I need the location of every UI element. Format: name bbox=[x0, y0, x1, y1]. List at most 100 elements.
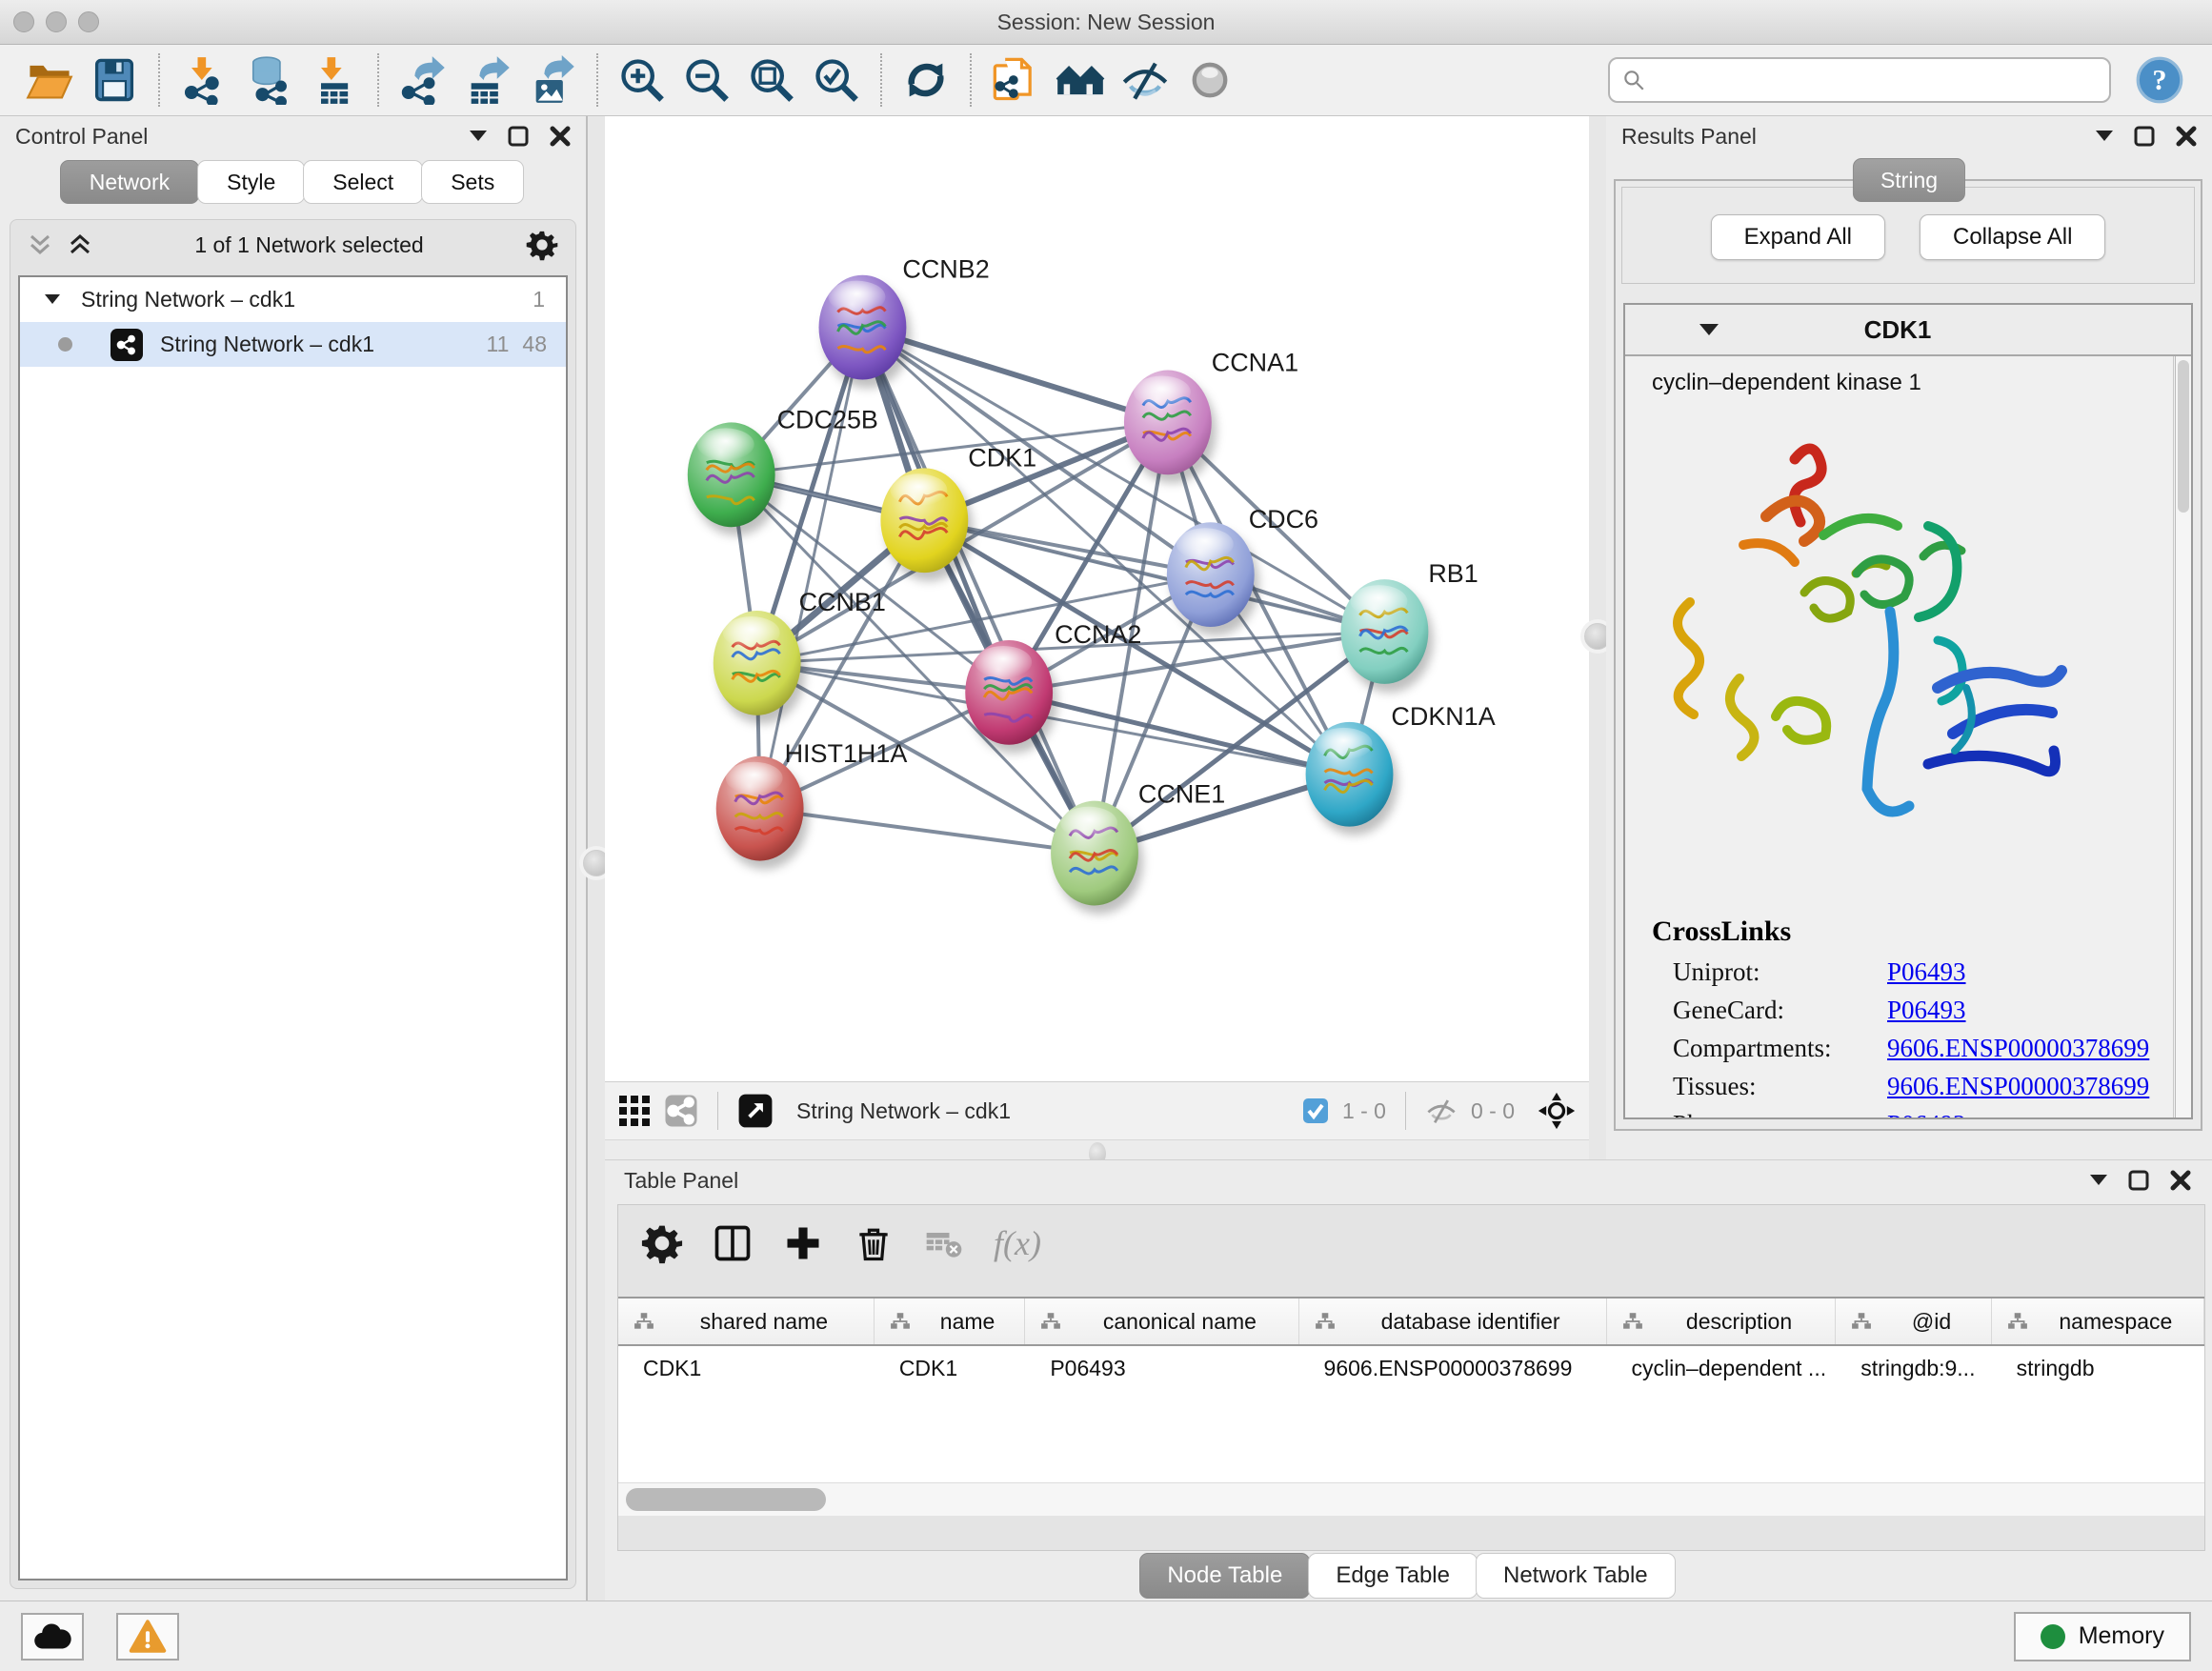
network-edge[interactable] bbox=[760, 328, 863, 809]
tab-network[interactable]: Network bbox=[60, 160, 199, 204]
warnings-button[interactable] bbox=[116, 1613, 179, 1661]
crosslink-link[interactable]: P06493 bbox=[1887, 996, 1966, 1025]
table-cell[interactable]: stringdb:9... bbox=[1836, 1356, 1991, 1381]
network-node-CDC6[interactable]: CDC6 bbox=[1167, 505, 1318, 635]
left-panel-divider[interactable] bbox=[588, 116, 605, 1601]
right-panel-divider[interactable] bbox=[1589, 116, 1606, 1159]
tab-sets[interactable]: Sets bbox=[421, 160, 524, 204]
column-header-canonical-name[interactable]: canonical name bbox=[1025, 1299, 1298, 1344]
zoom-in-button[interactable] bbox=[614, 52, 670, 108]
birds-eye-view-icon[interactable] bbox=[737, 1093, 774, 1129]
function-builder-button[interactable]: f(x) bbox=[994, 1223, 1041, 1263]
network-node-CCNB1[interactable]: CCNB1 bbox=[714, 588, 886, 724]
crosslink-link[interactable]: P06493 bbox=[1887, 1110, 1966, 1117]
table-cell[interactable]: cyclin–dependent ... bbox=[1607, 1356, 1837, 1381]
export-image-button[interactable] bbox=[525, 52, 580, 108]
show-graphics-button[interactable] bbox=[1182, 52, 1237, 108]
zoom-selected-button[interactable] bbox=[809, 52, 864, 108]
column-header-namespace[interactable]: namespace bbox=[1992, 1299, 2204, 1344]
import-network-button[interactable] bbox=[176, 52, 231, 108]
grid-view-icon[interactable] bbox=[618, 1095, 651, 1127]
import-network-from-database-button[interactable] bbox=[241, 52, 296, 108]
delete-column-icon[interactable] bbox=[853, 1222, 895, 1264]
network-canvas[interactable]: CCNB2CCNA1CDC25BCDK1CDC6RB1CCNB1CCNA2CDK… bbox=[605, 116, 1589, 1081]
network-name: String Network – cdk1 bbox=[160, 332, 374, 357]
network-badge-icon[interactable] bbox=[664, 1094, 698, 1128]
close-panel-icon[interactable] bbox=[2170, 1170, 2191, 1191]
cloud-status-button[interactable] bbox=[21, 1613, 84, 1661]
network-edge[interactable] bbox=[862, 328, 1095, 854]
results-scrollbar[interactable] bbox=[2175, 356, 2191, 1117]
close-panel-icon[interactable] bbox=[2176, 126, 2197, 147]
zoom-out-button[interactable] bbox=[679, 52, 734, 108]
network-node-CCNE1[interactable]: CCNE1 bbox=[1051, 780, 1225, 915]
tab-edge-table[interactable]: Edge Table bbox=[1308, 1553, 1478, 1599]
network-node-RB1[interactable]: RB1 bbox=[1341, 559, 1478, 693]
column-header--id[interactable]: @id bbox=[1836, 1299, 1991, 1344]
network-node-HIST1H1A[interactable]: HIST1H1A bbox=[716, 739, 908, 870]
network-row[interactable]: String Network – cdk1 11 48 bbox=[20, 322, 566, 367]
network-node-CDKN1A[interactable]: CDKN1A bbox=[1306, 702, 1496, 836]
help-button[interactable]: ? bbox=[2132, 52, 2187, 108]
table-cell[interactable]: P06493 bbox=[1025, 1356, 1298, 1381]
save-session-button[interactable] bbox=[87, 52, 142, 108]
node-table[interactable]: shared namenamecanonical namedatabase id… bbox=[618, 1297, 2204, 1516]
table-options-gear-icon[interactable] bbox=[641, 1222, 683, 1264]
fit-content-crosshair-icon[interactable] bbox=[1538, 1092, 1576, 1130]
search-box[interactable] bbox=[1608, 57, 2111, 103]
import-table-button[interactable] bbox=[306, 52, 361, 108]
clone-network-button[interactable] bbox=[988, 52, 1043, 108]
close-panel-icon[interactable] bbox=[550, 126, 571, 147]
column-header-name[interactable]: name bbox=[875, 1299, 1025, 1344]
network-collection-row[interactable]: String Network – cdk1 1 bbox=[20, 277, 566, 322]
tab-string[interactable]: String bbox=[1853, 158, 1965, 202]
memory-button[interactable]: Memory bbox=[2014, 1612, 2191, 1661]
collapse-all-networks-icon[interactable] bbox=[28, 233, 52, 256]
collapse-all-button[interactable]: Collapse All bbox=[1920, 214, 2105, 260]
tab-style[interactable]: Style bbox=[197, 160, 305, 204]
panel-menu-caret-icon[interactable] bbox=[2096, 131, 2113, 142]
add-column-icon[interactable] bbox=[782, 1222, 824, 1264]
network-edge[interactable] bbox=[1009, 693, 1349, 775]
network-edge[interactable] bbox=[924, 520, 1384, 632]
crosslink-link[interactable]: P06493 bbox=[1887, 957, 1966, 987]
tab-node-table[interactable]: Node Table bbox=[1139, 1553, 1310, 1599]
float-panel-icon[interactable] bbox=[508, 126, 529, 147]
horizontal-splitter[interactable] bbox=[605, 1139, 1589, 1159]
network-view[interactable]: CCNB2CCNA1CDC25BCDK1CDC6RB1CCNB1CCNA2CDK… bbox=[605, 116, 1589, 1159]
selected-checkbox-icon[interactable] bbox=[1302, 1097, 1329, 1124]
table-cell[interactable]: CDK1 bbox=[875, 1356, 1026, 1381]
network-node-CCNB2[interactable]: CCNB2 bbox=[819, 255, 990, 389]
show-columns-icon[interactable] bbox=[712, 1222, 754, 1264]
hide-unhide-button[interactable] bbox=[1117, 52, 1173, 108]
tab-select[interactable]: Select bbox=[303, 160, 423, 204]
search-input[interactable] bbox=[1646, 67, 2098, 93]
float-panel-icon[interactable] bbox=[2128, 1170, 2149, 1191]
table-row[interactable]: CDK1CDK1P064939606.ENSP00000378699cyclin… bbox=[618, 1346, 2204, 1390]
table-horizontal-scrollbar[interactable] bbox=[618, 1482, 2204, 1516]
expand-all-button[interactable]: Expand All bbox=[1711, 214, 1885, 260]
export-table-button[interactable] bbox=[460, 52, 515, 108]
export-network-button[interactable] bbox=[395, 52, 451, 108]
expand-all-networks-icon[interactable] bbox=[68, 233, 92, 256]
network-options-gear-icon[interactable] bbox=[526, 229, 558, 261]
zoom-fit-button[interactable] bbox=[744, 52, 799, 108]
table-cell[interactable]: 9606.ENSP00000378699 bbox=[1299, 1356, 1607, 1381]
panel-menu-caret-icon[interactable] bbox=[470, 131, 487, 142]
panel-menu-caret-icon[interactable] bbox=[2090, 1175, 2107, 1186]
table-cell[interactable]: stringdb bbox=[1992, 1356, 2204, 1381]
float-panel-icon[interactable] bbox=[2134, 126, 2155, 147]
network-edge[interactable] bbox=[760, 809, 1095, 854]
crosslink-link[interactable]: 9606.ENSP00000378699 bbox=[1887, 1034, 2149, 1063]
refresh-layout-button[interactable] bbox=[898, 52, 954, 108]
crosslink-link[interactable]: 9606.ENSP00000378699 bbox=[1887, 1072, 2149, 1101]
column-header-database-identifier[interactable]: database identifier bbox=[1299, 1299, 1607, 1344]
tab-network-table[interactable]: Network Table bbox=[1476, 1553, 1676, 1599]
table-cell[interactable]: CDK1 bbox=[618, 1356, 875, 1381]
collection-expand-caret-icon[interactable] bbox=[45, 294, 60, 305]
open-session-button[interactable] bbox=[22, 52, 77, 108]
column-header-description[interactable]: description bbox=[1607, 1299, 1837, 1344]
home-layout-button[interactable] bbox=[1053, 52, 1108, 108]
section-collapse-caret-icon[interactable] bbox=[1699, 324, 1719, 336]
column-header-shared-name[interactable]: shared name bbox=[618, 1299, 875, 1344]
